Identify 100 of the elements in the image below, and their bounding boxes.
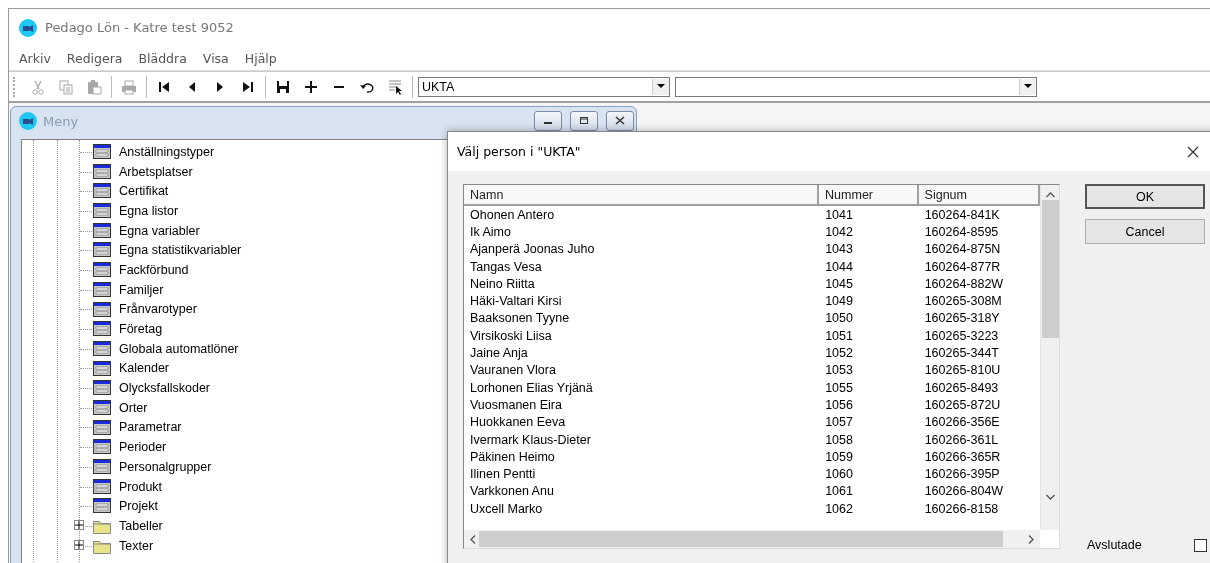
table-cell-text: Huokkanen Eeva bbox=[469, 415, 567, 430]
expand-icon[interactable] bbox=[75, 540, 83, 549]
table-cell-text: 160266-8158 bbox=[923, 501, 1000, 516]
table-cell-text: 1041 bbox=[824, 207, 854, 222]
cancel-button[interactable]: Cancel bbox=[1085, 219, 1205, 244]
table-cell-text: 1055 bbox=[824, 380, 854, 395]
table-cell-text: Ohonen Antero bbox=[469, 207, 556, 222]
form-icon bbox=[93, 144, 111, 159]
menu-item[interactable]: Hjälp bbox=[236, 50, 285, 66]
table-cell-text: Varkkonen Anu bbox=[469, 484, 555, 499]
table-cell-text: 1060 bbox=[824, 467, 854, 482]
tree-item[interactable]: Certifikat bbox=[119, 184, 169, 199]
folder-icon bbox=[93, 518, 111, 535]
ok-button[interactable]: OK bbox=[1085, 184, 1205, 209]
scroll-down-icon[interactable] bbox=[1045, 494, 1055, 500]
table-cell-text: 1044 bbox=[824, 259, 854, 274]
scroll-up-icon[interactable] bbox=[1045, 192, 1055, 198]
tree-item[interactable]: Företag bbox=[119, 322, 163, 337]
tree-item[interactable]: Frånvarotyper bbox=[119, 302, 197, 317]
table-cell-text: 160264-841K bbox=[923, 207, 1001, 222]
form-icon bbox=[93, 459, 111, 474]
menu-item[interactable]: Visa bbox=[194, 50, 237, 66]
scrollbar-thumb[interactable] bbox=[1041, 200, 1059, 338]
table-cell-text: 160266-356E bbox=[923, 415, 1001, 430]
table-cell-text: Ajanperä Joonas Juho bbox=[469, 242, 596, 257]
table-cell-text: 160265-344T bbox=[923, 346, 1000, 360]
table-cell-text: 1042 bbox=[824, 224, 854, 239]
form-icon bbox=[93, 419, 111, 435]
tree-item[interactable]: Egna statistikvariabler bbox=[119, 243, 242, 258]
tree-item[interactable]: Globala automatlöner bbox=[119, 341, 239, 356]
menu-item[interactable]: Redigera bbox=[58, 50, 131, 66]
table-cell-text: 160265-8493 bbox=[923, 380, 1000, 395]
table-cell-text: 1051 bbox=[824, 328, 854, 343]
tree-item[interactable]: Egna variabler bbox=[119, 223, 200, 238]
column-header[interactable]: Namn bbox=[464, 185, 820, 204]
checkbox[interactable] bbox=[1194, 538, 1207, 552]
table-cell-text: 160265-308M bbox=[923, 294, 1003, 309]
form-icon bbox=[93, 399, 111, 415]
dropdown-arrow-icon bbox=[657, 84, 665, 89]
close-icon[interactable] bbox=[1187, 145, 1199, 158]
table-cell-text: 160264-882W bbox=[923, 276, 1005, 291]
table-cell-text: 160265-810U bbox=[923, 363, 1002, 378]
combo-box[interactable]: UKTA bbox=[418, 76, 670, 97]
tree-item[interactable]: Arbetsplatser bbox=[119, 164, 193, 179]
table-cell-text: 1045 bbox=[824, 276, 854, 291]
form-icon bbox=[93, 478, 111, 494]
menu-item[interactable]: Bläddra bbox=[130, 50, 195, 66]
form-icon bbox=[93, 301, 111, 317]
tree-item[interactable]: Parametrar bbox=[119, 420, 182, 435]
tree-item[interactable]: Tabeller bbox=[119, 518, 163, 533]
expand-icon[interactable] bbox=[75, 521, 83, 530]
table-cell-text: 160264-875N bbox=[923, 242, 1002, 257]
table-cell-text: 160266-395P bbox=[923, 467, 1001, 482]
form-icon bbox=[93, 439, 111, 455]
form-icon bbox=[93, 203, 111, 219]
form-icon bbox=[93, 281, 111, 297]
tree-item[interactable]: Familjer bbox=[119, 282, 164, 297]
menu-item[interactable]: Arkiv bbox=[11, 50, 59, 66]
form-icon bbox=[93, 242, 111, 258]
tree-item[interactable]: Projekt bbox=[119, 499, 158, 514]
table-cell-text: Ivermark Klaus-Dieter bbox=[469, 432, 592, 447]
table-cell-text: Tangas Vesa bbox=[469, 259, 543, 274]
pointer-list-icon[interactable] bbox=[387, 78, 403, 95]
plus-icon[interactable] bbox=[303, 78, 319, 95]
tree-item[interactable]: Olycksfallskoder bbox=[119, 381, 210, 396]
table-cell-text: 1053 bbox=[824, 363, 854, 378]
form-icon bbox=[93, 498, 111, 514]
tree-item[interactable]: Texter bbox=[119, 538, 154, 553]
scroll-right-icon[interactable] bbox=[1028, 534, 1034, 544]
tree-item[interactable]: Fackförbund bbox=[119, 262, 189, 277]
form-icon bbox=[93, 262, 111, 278]
table-cell-text: Ik Aimo bbox=[469, 224, 512, 239]
table-cell-text: 1049 bbox=[824, 294, 854, 309]
table-cell-text: 1043 bbox=[824, 242, 854, 257]
combo-box[interactable] bbox=[675, 76, 1037, 97]
table-cell-text: 1059 bbox=[824, 449, 854, 464]
form-icon bbox=[93, 380, 111, 396]
app-icon bbox=[19, 18, 37, 37]
tree-item[interactable]: Kalender bbox=[119, 361, 170, 376]
table-cell-text: Vauranen Vlora bbox=[469, 363, 557, 378]
scroll-left-icon[interactable] bbox=[470, 534, 476, 544]
table-cell-text: 1052 bbox=[824, 346, 854, 360]
table-cell-text: 160264-8595 bbox=[923, 224, 1000, 239]
table-cell-text: Häki-Valtari Kirsi bbox=[469, 294, 563, 309]
tree-item[interactable]: Orter bbox=[119, 400, 148, 415]
tree-item[interactable]: Egna listor bbox=[119, 203, 179, 218]
form-icon bbox=[93, 360, 111, 376]
tree-item[interactable]: Personalgrupper bbox=[119, 459, 212, 474]
app-icon bbox=[19, 112, 37, 130]
table-cell-text: 160265-3223 bbox=[923, 328, 1000, 343]
table-cell-text: Neino Riitta bbox=[469, 276, 536, 291]
table-cell-text: 160266-365R bbox=[923, 449, 1002, 464]
tree-item[interactable]: Perioder bbox=[119, 440, 167, 455]
tree-item[interactable]: Produkt bbox=[119, 479, 163, 494]
column-header[interactable]: Nummer bbox=[819, 185, 919, 204]
form-icon bbox=[93, 183, 111, 199]
table-cell-text: Lorhonen Elias Yrjänä bbox=[469, 380, 594, 395]
table-cell-text: 160264-877R bbox=[923, 259, 1002, 274]
scrollbar-thumb[interactable] bbox=[479, 531, 1003, 547]
tree-item[interactable]: Anställningstyper bbox=[119, 144, 215, 159]
